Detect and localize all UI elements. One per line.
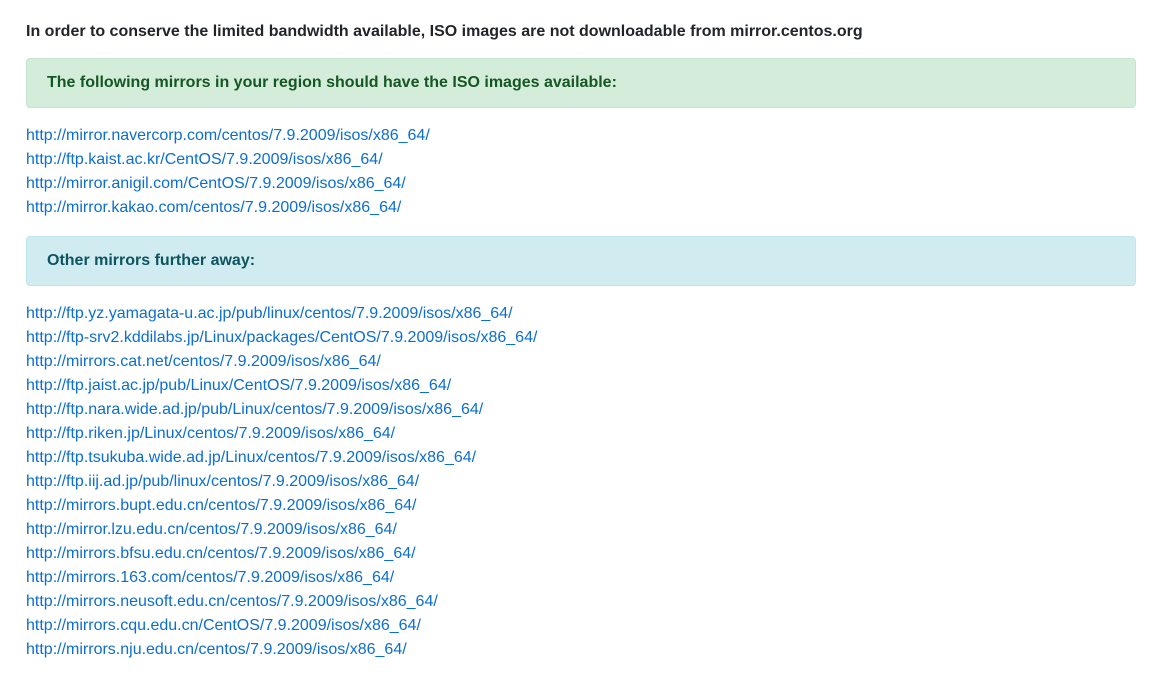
mirror-list-item: http://ftp.jaist.ac.jp/pub/Linux/CentOS/… [26,374,1136,398]
mirror-link[interactable]: http://mirror.anigil.com/CentOS/7.9.2009… [26,175,406,192]
mirror-list-item: http://ftp.iij.ad.jp/pub/linux/centos/7.… [26,470,1136,494]
other-mirrors-heading: Other mirrors further away: [47,252,256,269]
mirror-list-item: http://mirror.navercorp.com/centos/7.9.2… [26,124,1136,148]
mirror-link[interactable]: http://ftp.kaist.ac.kr/CentOS/7.9.2009/i… [26,151,383,168]
mirror-link[interactable]: http://mirrors.cqu.edu.cn/CentOS/7.9.200… [26,617,421,634]
mirror-list-item: http://mirrors.bfsu.edu.cn/centos/7.9.20… [26,542,1136,566]
mirror-link[interactable]: http://mirrors.neusoft.edu.cn/centos/7.9… [26,593,438,610]
mirror-list-item: http://ftp.tsukuba.wide.ad.jp/Linux/cent… [26,446,1136,470]
mirror-list-item: http://mirrors.neusoft.edu.cn/centos/7.9… [26,590,1136,614]
mirror-list-item: http://mirror.kakao.com/centos/7.9.2009/… [26,196,1136,220]
regional-mirror-list: http://mirror.navercorp.com/centos/7.9.2… [26,124,1136,220]
mirror-link[interactable]: http://ftp.yz.yamagata-u.ac.jp/pub/linux… [26,305,513,322]
mirror-link[interactable]: http://mirrors.163.com/centos/7.9.2009/i… [26,569,394,586]
mirror-list-item: http://mirrors.cat.net/centos/7.9.2009/i… [26,350,1136,374]
mirror-link[interactable]: http://ftp.nara.wide.ad.jp/pub/Linux/cen… [26,401,483,418]
mirror-list-item: http://ftp.yz.yamagata-u.ac.jp/pub/linux… [26,302,1136,326]
mirror-link[interactable]: http://mirror.navercorp.com/centos/7.9.2… [26,127,430,144]
regional-mirrors-heading: The following mirrors in your region sho… [47,74,617,91]
mirror-link[interactable]: http://mirrors.bfsu.edu.cn/centos/7.9.20… [26,545,416,562]
mirror-link[interactable]: http://ftp.tsukuba.wide.ad.jp/Linux/cent… [26,449,476,466]
mirror-link[interactable]: http://ftp.riken.jp/Linux/centos/7.9.200… [26,425,395,442]
mirror-list-item: http://mirror.anigil.com/CentOS/7.9.2009… [26,172,1136,196]
other-mirrors-alert: Other mirrors further away: [26,236,1136,286]
mirror-list-item: http://mirror.lzu.edu.cn/centos/7.9.2009… [26,518,1136,542]
mirror-link[interactable]: http://ftp.iij.ad.jp/pub/linux/centos/7.… [26,473,419,490]
mirror-link[interactable]: http://mirrors.bupt.edu.cn/centos/7.9.20… [26,497,416,514]
mirror-list-item: http://mirrors.nju.edu.cn/centos/7.9.200… [26,638,1136,662]
other-mirror-list: http://ftp.yz.yamagata-u.ac.jp/pub/linux… [26,302,1136,662]
mirror-link[interactable]: http://ftp.jaist.ac.jp/pub/Linux/CentOS/… [26,377,451,394]
mirror-list-item: http://ftp-srv2.kddilabs.jp/Linux/packag… [26,326,1136,350]
mirror-list-item: http://ftp.nara.wide.ad.jp/pub/Linux/cen… [26,398,1136,422]
mirror-link[interactable]: http://ftp-srv2.kddilabs.jp/Linux/packag… [26,329,537,346]
mirror-list-item: http://ftp.kaist.ac.kr/CentOS/7.9.2009/i… [26,148,1136,172]
regional-mirrors-alert: The following mirrors in your region sho… [26,58,1136,108]
mirror-list-item: http://mirrors.bupt.edu.cn/centos/7.9.20… [26,494,1136,518]
mirror-link[interactable]: http://mirrors.nju.edu.cn/centos/7.9.200… [26,641,407,658]
mirror-list-item: http://ftp.riken.jp/Linux/centos/7.9.200… [26,422,1136,446]
mirror-list-item: http://mirrors.cqu.edu.cn/CentOS/7.9.200… [26,614,1136,638]
mirror-link[interactable]: http://mirror.lzu.edu.cn/centos/7.9.2009… [26,521,397,538]
bandwidth-notice: In order to conserve the limited bandwid… [26,23,863,40]
mirror-list-item: http://mirrors.163.com/centos/7.9.2009/i… [26,566,1136,590]
mirror-link[interactable]: http://mirror.kakao.com/centos/7.9.2009/… [26,199,401,216]
page-container: In order to conserve the limited bandwid… [26,0,1136,662]
mirror-link[interactable]: http://mirrors.cat.net/centos/7.9.2009/i… [26,353,381,370]
